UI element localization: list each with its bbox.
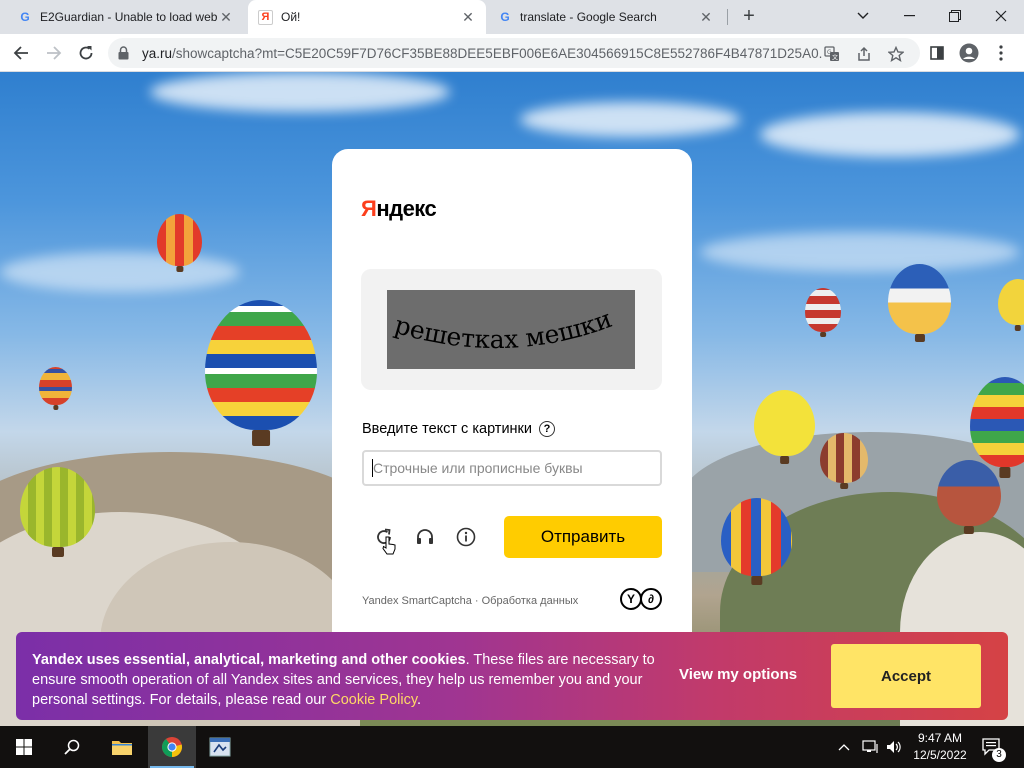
app-window-icon[interactable] — [196, 726, 244, 768]
captcha-text: решетках мешки — [391, 304, 615, 354]
captcha-image-container: решетках мешки — [361, 269, 662, 390]
chrome-icon[interactable] — [148, 726, 196, 768]
browser-toolbar: ya.ru/showcaptcha?mt=C5E20C59F7D76CF35BE… — [0, 34, 1024, 72]
url-text[interactable]: ya.ru/showcaptcha?mt=C5E20C59F7D76CF35BE… — [142, 46, 822, 61]
yandex-logo: Яндекс — [361, 196, 437, 222]
help-icon[interactable]: ? — [539, 421, 555, 437]
tab-google-search[interactable]: G translate - Google Search ✕ — [488, 0, 724, 34]
hot-air-balloon — [721, 498, 792, 576]
cookie-text: Yandex uses essential, analytical, marke… — [32, 650, 666, 710]
cookie-banner: Yandex uses essential, analytical, marke… — [16, 632, 1008, 720]
profile-avatar-icon[interactable] — [955, 39, 983, 67]
hot-air-balloon — [805, 288, 841, 332]
cookie-end: . — [417, 692, 422, 708]
notification-count-badge: 3 — [992, 748, 1006, 762]
hot-air-balloon — [205, 300, 317, 430]
close-window-icon[interactable] — [978, 0, 1024, 32]
back-icon[interactable] — [7, 39, 35, 67]
captcha-footer[interactable]: Yandex SmartCaptcha · Обработка данных — [362, 595, 578, 607]
close-icon[interactable]: ✕ — [218, 9, 234, 25]
hot-air-balloon — [754, 390, 815, 456]
clock-time: 9:47 AM — [917, 731, 963, 745]
share-icon[interactable] — [854, 44, 874, 64]
smartcaptcha-badge-icon[interactable]: ∂ — [640, 588, 662, 610]
cookie-lead: Yandex uses essential, analytical, marke… — [32, 652, 466, 668]
hot-air-balloon — [20, 467, 95, 547]
hot-air-balloon — [39, 367, 72, 405]
tab-e2guardian[interactable]: G E2Guardian - Unable to load web ✕ — [8, 0, 244, 34]
info-icon[interactable] — [452, 523, 480, 551]
submit-button[interactable]: Отправить — [504, 516, 662, 558]
file-explorer-icon[interactable] — [98, 726, 146, 768]
captcha-prompt-label: Введите текст с картинки — [362, 421, 532, 437]
accept-button[interactable]: Accept — [831, 644, 981, 708]
yandex-icon: Я — [258, 9, 273, 25]
clock-date: 12/5/2022 — [913, 748, 967, 762]
translate-icon[interactable]: G文 — [822, 44, 842, 64]
restore-icon[interactable] — [932, 0, 978, 32]
hot-air-balloon — [888, 264, 951, 334]
minimize-icon[interactable] — [886, 0, 932, 32]
windows-start-icon[interactable] — [0, 726, 48, 768]
audio-captcha-icon[interactable] — [411, 523, 439, 551]
lock-icon[interactable] — [118, 46, 129, 65]
cookie-policy-link[interactable]: Cookie Policy — [330, 692, 417, 708]
menu-kebab-icon[interactable] — [987, 39, 1015, 67]
google-g-icon: G — [500, 10, 510, 24]
captcha-prompt: Введите текст с картинки ? — [362, 421, 555, 437]
cloud — [520, 102, 740, 137]
cloud — [0, 252, 240, 292]
captcha-answer-input[interactable] — [362, 450, 662, 486]
tab-separator — [727, 9, 728, 25]
cloud — [760, 112, 1020, 157]
show-hidden-icons-icon[interactable] — [838, 726, 850, 768]
tab-title: translate - Google Search — [520, 10, 657, 24]
notifications-icon[interactable]: 3 — [982, 726, 1006, 768]
close-icon[interactable]: ✕ — [698, 9, 714, 25]
cloud — [150, 72, 450, 112]
tab-title: E2Guardian - Unable to load web — [40, 10, 218, 24]
hot-air-balloon — [970, 377, 1024, 467]
volume-icon[interactable] — [886, 726, 902, 768]
bookmark-star-icon[interactable] — [886, 44, 906, 64]
view-options-button[interactable]: View my options — [679, 666, 797, 683]
cloud — [700, 232, 1020, 272]
google-g-icon: G — [20, 10, 30, 24]
hot-air-balloon — [937, 460, 1001, 526]
hot-air-balloon — [820, 433, 868, 483]
forward-icon[interactable] — [40, 39, 68, 67]
svg-text:文: 文 — [832, 54, 838, 62]
taskbar: 9:47 AM 12/5/2022 3 — [0, 726, 1024, 768]
hot-air-balloon — [157, 214, 202, 266]
url-path: /showcaptcha?mt=C5E20C59F7D76CF35BE88DEE… — [172, 46, 822, 61]
taskbar-clock[interactable]: 9:47 AM 12/5/2022 — [910, 730, 970, 764]
hot-air-balloon — [998, 279, 1024, 325]
new-tab-button[interactable]: + — [737, 5, 761, 29]
captcha-image: решетках мешки — [387, 290, 635, 369]
network-icon[interactable] — [862, 726, 880, 768]
yandex-logo-letter: Я — [361, 196, 377, 221]
tab-title: Ой! — [281, 10, 301, 24]
tab-strip: G E2Guardian - Unable to load web ✕ Я Ой… — [0, 0, 1024, 34]
close-icon[interactable]: ✕ — [460, 9, 476, 25]
address-bar[interactable]: ya.ru/showcaptcha?mt=C5E20C59F7D76CF35BE… — [108, 38, 920, 68]
yandex-logo-text: ндекс — [376, 196, 437, 221]
yandex-badge-icon[interactable]: Y — [620, 588, 642, 610]
reload-icon[interactable] — [72, 39, 100, 67]
tab-search-icon[interactable] — [840, 0, 886, 32]
mouse-cursor-icon — [381, 535, 397, 557]
url-host: ya.ru — [142, 46, 173, 61]
search-icon[interactable] — [48, 726, 96, 768]
captcha-card: Яндекс решетках мешки Введите текст с ка… — [332, 149, 692, 649]
page-background: Яндекс решетках мешки Введите текст с ка… — [0, 72, 1024, 726]
side-panel-icon[interactable] — [923, 39, 951, 67]
tab-yandex[interactable]: Я Ой! ✕ — [248, 0, 486, 34]
text-caret — [372, 459, 373, 477]
